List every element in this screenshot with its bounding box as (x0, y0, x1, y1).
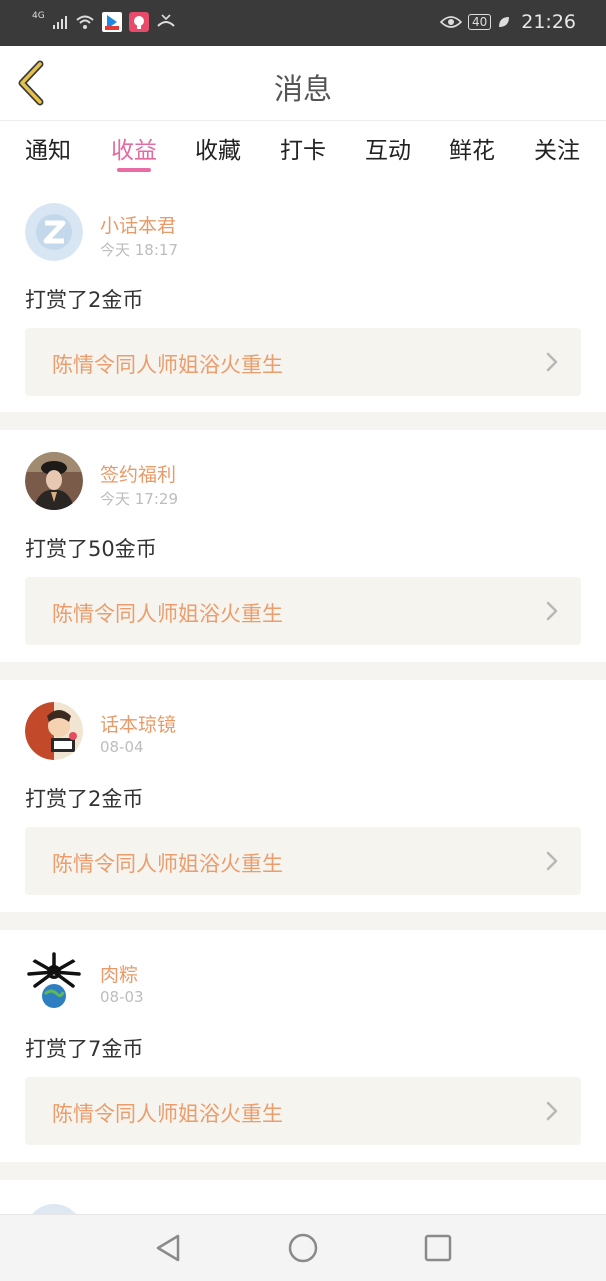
timestamp: 今天 17:29 (100, 490, 178, 508)
message-card: 签约福利 今天 17:29 打赏了50金币 陈情令同人师姐浴火重生 (0, 430, 606, 662)
reward-text: 打赏了2金币 (25, 288, 144, 312)
chevron-right-icon (546, 851, 558, 871)
nav-recents-button[interactable] (421, 1231, 455, 1265)
tab-interactions[interactable]: 互动 (348, 131, 428, 165)
circle-home-icon (288, 1233, 318, 1263)
nav-back-button[interactable] (152, 1231, 186, 1265)
status-left: 4G (32, 11, 176, 32)
cartoon-globe-avatar-icon (25, 952, 83, 1010)
tab-favorites[interactable]: 收藏 (178, 131, 258, 165)
tab-following[interactable]: 关注 (517, 131, 597, 165)
missed-call-icon (156, 14, 175, 27)
book-title: 陈情令同人师姐浴火重生 (52, 1102, 283, 1126)
reward-text: 打赏了2金币 (25, 787, 144, 811)
category-tabs: 通知 收益 收藏 打卡 互动 鲜花 关注 (0, 121, 606, 181)
username[interactable]: 话本琼镜 (100, 710, 176, 737)
reward-text: 打赏了50金币 (25, 537, 157, 561)
avatar[interactable] (25, 702, 83, 760)
book-link[interactable]: 陈情令同人师姐浴火重生 (25, 1077, 581, 1145)
eye-comfort-icon (439, 16, 462, 28)
active-tab-indicator (117, 168, 151, 172)
chevron-right-icon (546, 601, 558, 621)
page-title: 消息 (273, 72, 332, 106)
tab-checkin[interactable]: 打卡 (263, 131, 343, 165)
avatar[interactable] (25, 452, 83, 510)
clock: 21:26 (521, 11, 576, 33)
avatar[interactable] (25, 203, 83, 261)
book-title: 陈情令同人师姐浴火重生 (52, 353, 283, 377)
book-link[interactable]: 陈情令同人师姐浴火重生 (25, 328, 581, 396)
avatar[interactable] (25, 952, 83, 1010)
reward-text: 打赏了7金币 (25, 1037, 144, 1061)
message-card: 肉粽 08-03 打赏了7金币 陈情令同人师姐浴火重生 (0, 930, 606, 1162)
battery-level: 40 (467, 14, 492, 30)
nav-home-button[interactable] (286, 1231, 320, 1265)
video-app-icon (101, 12, 122, 32)
timestamp: 今天 18:17 (100, 241, 178, 259)
signal-icon (52, 16, 67, 29)
costume-portrait-avatar-icon (25, 452, 83, 510)
book-link[interactable]: 陈情令同人师姐浴火重生 (25, 827, 581, 895)
tab-flowers[interactable]: 鲜花 (432, 131, 512, 165)
avatar[interactable] (25, 1204, 83, 1214)
book-link[interactable]: 陈情令同人师姐浴火重生 (25, 577, 581, 645)
username[interactable]: 签约福利 (100, 460, 176, 487)
wifi-icon (76, 15, 94, 29)
username[interactable]: 小话本君 (100, 211, 176, 238)
tab-earnings[interactable]: 收益 (94, 131, 174, 165)
book-title: 陈情令同人师姐浴火重生 (52, 852, 283, 876)
timestamp: 08-03 (100, 988, 144, 1006)
app-header: 消息 (0, 46, 606, 121)
tab-notifications[interactable]: 通知 (8, 131, 88, 165)
status-bar: 4G 40 21:26 (0, 0, 606, 46)
timestamp: 08-04 (100, 738, 144, 756)
triangle-back-icon (156, 1234, 180, 1262)
app-logo-avatar-icon (25, 203, 83, 261)
chevron-right-icon (546, 1101, 558, 1121)
message-feed[interactable]: 小话本君 今天 18:17 打赏了2金币 陈情令同人师姐浴火重生 签约福利 今天… (0, 181, 606, 1180)
square-recents-icon (424, 1234, 452, 1262)
leaf-icon (499, 17, 510, 27)
network-type: 4G (32, 11, 45, 21)
app-notification-icon (128, 12, 149, 32)
message-card-partial (0, 1180, 606, 1214)
message-card: 小话本君 今天 18:17 打赏了2金币 陈情令同人师姐浴火重生 (0, 181, 606, 412)
username[interactable]: 肉粽 (100, 960, 138, 987)
system-navigation-bar (0, 1214, 606, 1281)
message-card: 话本琼镜 08-04 打赏了2金币 陈情令同人师姐浴火重生 (0, 680, 606, 912)
status-right: 40 21:26 (439, 11, 576, 33)
book-title: 陈情令同人师姐浴火重生 (52, 602, 283, 626)
illustrated-avatar-icon (25, 702, 83, 760)
chevron-right-icon (546, 352, 558, 372)
